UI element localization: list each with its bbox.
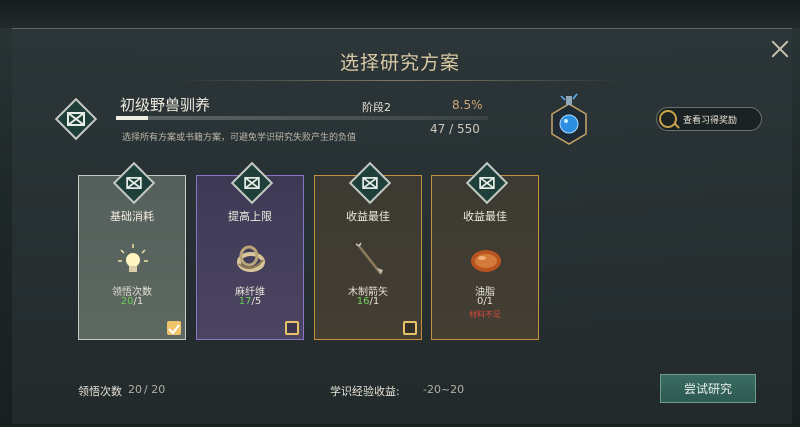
skill-name: 初级野兽驯养 (120, 96, 211, 114)
plan-checkbox[interactable] (403, 321, 417, 335)
plan-item-count: 0/1 (432, 296, 538, 307)
fat-blob-icon (471, 250, 501, 272)
plan-card-title: 基础消耗 (110, 210, 154, 223)
plan-item-count: 20/1 (79, 296, 185, 307)
plan-item-need: /5 (251, 296, 262, 307)
potion-icon (551, 93, 587, 145)
arrow-icon (355, 242, 383, 275)
comprehension-max: / 20 (144, 383, 166, 396)
plan-item-need: /1 (133, 296, 144, 307)
plan-card-title: 提高上限 (228, 210, 272, 223)
light-bulb-icon (118, 244, 148, 272)
plan-item-count: 16/1 (315, 296, 421, 307)
dialog-title: 选择研究方案 (339, 52, 460, 74)
crossed-frame-icon (237, 168, 267, 198)
skill-progress-text: 47 / 550 (430, 122, 480, 136)
comprehension-label: 领悟次数 (78, 385, 122, 398)
magnifier-icon (659, 110, 677, 128)
skill-progress-bar (116, 116, 488, 120)
shortage-warning: 材料不足 (469, 310, 501, 319)
crossed-frame-icon (355, 168, 385, 198)
top-strip (0, 0, 800, 28)
comprehension-value: 20 (128, 383, 142, 396)
xp-yield-label: 学识经验收益: (330, 385, 400, 398)
view-rewards-label: 查看习得奖励 (683, 115, 738, 126)
close-icon[interactable] (767, 36, 793, 62)
plan-item-count: 17/5 (197, 296, 303, 307)
skill-hint: 选择所有方案或书籍方案，可避免学识研究失败产生的负值 (122, 133, 357, 143)
title-divider (175, 80, 625, 81)
plan-card-title: 收益最佳 (463, 210, 507, 223)
crossed-frame-icon (119, 168, 149, 198)
plan-checkbox[interactable] (167, 321, 181, 335)
skill-percent: 8.5% (452, 98, 483, 112)
skill-progress-fill (116, 116, 148, 120)
view-rewards-button[interactable]: 查看习得奖励 (656, 107, 762, 131)
plan-item-have: 16 (356, 296, 370, 307)
crossed-frame-icon (472, 168, 502, 198)
plan-item-have: 17 (238, 296, 252, 307)
xp-yield-value: -20~20 (423, 383, 465, 396)
plan-item-have: 20 (120, 296, 134, 307)
plan-item-need: /1 (369, 296, 380, 307)
plan-item-need: /1 (483, 296, 494, 307)
crossed-frame-icon (61, 104, 91, 134)
fiber-coil-icon (237, 245, 265, 272)
try-research-button[interactable]: 尝试研究 (660, 374, 756, 403)
skill-stage: 阶段2 (362, 101, 391, 114)
plan-checkbox[interactable] (285, 321, 299, 335)
plan-card-title: 收益最佳 (346, 210, 390, 223)
